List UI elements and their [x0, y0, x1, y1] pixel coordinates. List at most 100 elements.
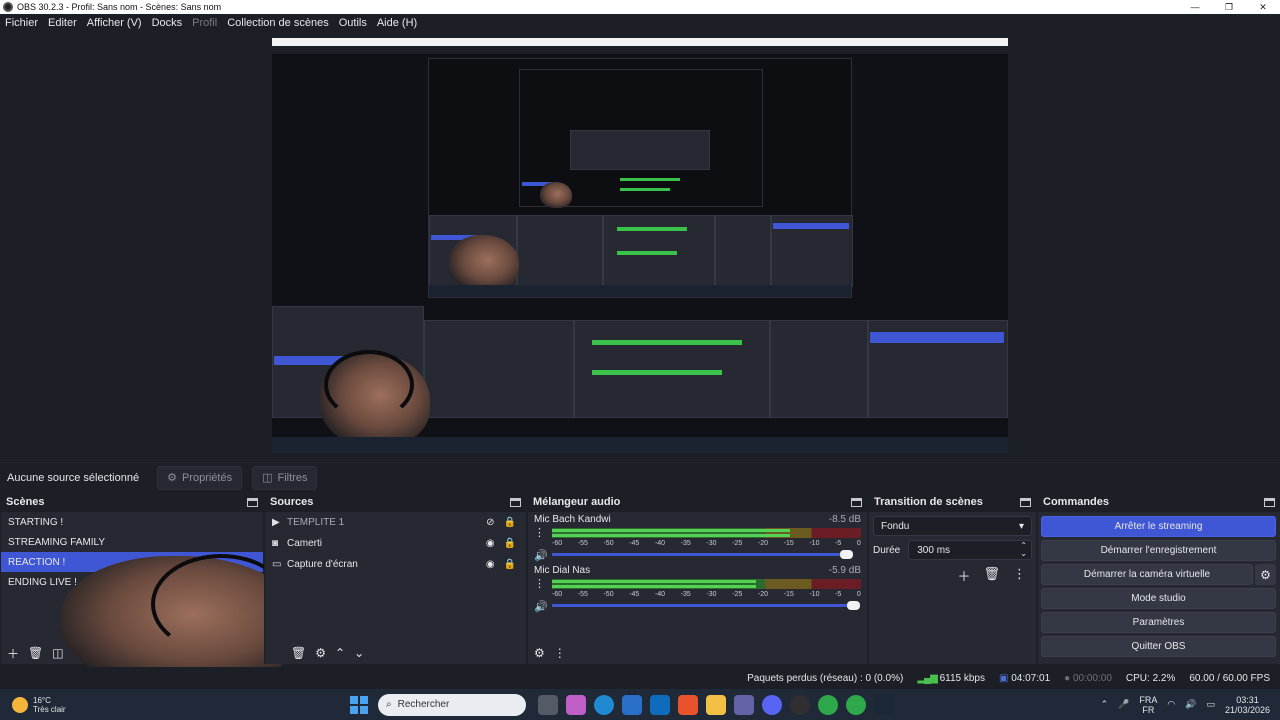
quit-button[interactable]: Quitter OBS: [1041, 636, 1276, 657]
record-icon: ●: [1064, 672, 1071, 684]
undock-icon[interactable]: [1264, 497, 1275, 507]
undock-icon[interactable]: [1020, 497, 1031, 507]
eye-icon[interactable]: ◉: [486, 538, 495, 549]
menu-fichier[interactable]: Fichier: [5, 17, 38, 29]
filter-icon[interactable]: ◫: [52, 646, 63, 660]
lock-icon[interactable]: 🔒: [504, 517, 516, 528]
eye-hidden-icon[interactable]: ⊘: [486, 517, 494, 528]
copilot-icon[interactable]: [566, 694, 586, 715]
wifi-icon[interactable]: ◠: [1167, 699, 1175, 710]
source-item[interactable]: ◙ Camerti ◉ 🔒: [265, 533, 526, 554]
chrome-icon[interactable]: [846, 694, 866, 715]
menu-scene-collection[interactable]: Collection de scènes: [227, 17, 329, 29]
move-down-icon[interactable]: ⌄: [354, 646, 364, 660]
microphone-icon[interactable]: 🎤: [1118, 699, 1129, 710]
preview-canvas: [272, 38, 1008, 453]
minimize-button[interactable]: —: [1178, 0, 1212, 14]
taskbar-search[interactable]: ⌕ Rechercher: [378, 693, 526, 716]
outlook-icon[interactable]: [650, 694, 670, 715]
speaker-icon[interactable]: 🔊: [534, 600, 548, 613]
windows-start-icon[interactable]: [350, 695, 368, 714]
meter-tick-label: -55: [577, 591, 588, 598]
steam-icon[interactable]: [874, 694, 894, 715]
volume-slider[interactable]: [552, 601, 860, 610]
speaker-icon[interactable]: 🔊: [534, 549, 548, 562]
duration-input[interactable]: 300 ms ⌃ ⌄: [908, 540, 1032, 560]
trash-icon[interactable]: 🗑: [28, 646, 43, 660]
teams-icon[interactable]: [734, 694, 754, 715]
spin-arrows-icon[interactable]: ⌃ ⌄: [1020, 542, 1027, 558]
program-preview[interactable]: [0, 32, 1280, 462]
search-icon: ⌕: [386, 699, 392, 710]
properties-button[interactable]: ⚙ Propriétés: [157, 465, 243, 490]
kebab-menu-icon[interactable]: ⋮: [554, 646, 566, 660]
meter-tick-label: -25: [732, 591, 743, 598]
scene-item[interactable]: STARTING !: [1, 512, 263, 532]
clock[interactable]: 03:31 21/03/2026: [1225, 695, 1270, 715]
menu-afficher[interactable]: Afficher (V): [87, 17, 142, 29]
mixer-toolbar: ⚙ ⋮: [528, 642, 867, 664]
slider-knob[interactable]: [846, 601, 860, 610]
gear-icon[interactable]: ⚙: [1255, 564, 1276, 585]
move-up-icon[interactable]: ⌃: [335, 646, 345, 660]
task-view-icon[interactable]: [538, 694, 558, 715]
gear-icon[interactable]: ⚙: [534, 646, 545, 660]
start-virtual-camera-button[interactable]: Démarrer la caméra virtuelle: [1041, 564, 1253, 585]
scene-item[interactable]: STREAMING FAMILY: [1, 532, 263, 552]
edge-icon[interactable]: [594, 694, 614, 715]
channel-db: -5.9 dB: [828, 565, 861, 576]
close-button[interactable]: ✕: [1246, 0, 1280, 14]
nested-preview-inner: [519, 69, 763, 208]
language-indicator[interactable]: FRA FR: [1139, 695, 1157, 715]
source-item[interactable]: ▭ Capture d'écran ◉ 🔒: [265, 554, 526, 575]
studio-mode-button[interactable]: Mode studio: [1041, 588, 1276, 609]
store-icon[interactable]: [622, 694, 642, 715]
weather-widget[interactable]: 16°C Très clair: [0, 696, 330, 714]
lock-icon[interactable]: 🔒: [504, 559, 516, 570]
undock-icon[interactable]: [247, 497, 258, 507]
mixer-title: Mélangeur audio: [533, 496, 621, 508]
source-item[interactable]: ▶ TEMPLITE 1 ⊘ 🔒: [265, 512, 526, 533]
eye-icon[interactable]: ◉: [486, 559, 495, 570]
discord-icon[interactable]: [762, 694, 782, 715]
volume-icon[interactable]: 🔊: [1185, 699, 1196, 710]
lock-icon[interactable]: 🔒: [504, 538, 516, 549]
meter-level: [552, 534, 790, 537]
nested-menubar: [272, 46, 1008, 54]
start-recording-button[interactable]: Démarrer l'enregistrement: [1041, 540, 1276, 561]
menu-editer[interactable]: Editer: [48, 17, 77, 29]
obs-icon[interactable]: [790, 694, 810, 715]
transition-select[interactable]: Fondu ▾: [873, 516, 1032, 536]
kebab-menu-icon[interactable]: ⋮: [534, 579, 545, 590]
slider-knob[interactable]: [839, 550, 853, 559]
mixer-channel: Mic Dial Nas -5.9 dB ⋮ -60 -55 -50 -45 -40 -3…: [528, 565, 867, 616]
meter-tick-label: -35: [680, 591, 691, 598]
undock-icon[interactable]: [851, 497, 862, 507]
clock-time: 03:31: [1236, 694, 1259, 705]
volume-slider[interactable]: [552, 550, 853, 559]
file-explorer-icon[interactable]: [706, 694, 726, 715]
add-icon[interactable]: ＋: [957, 566, 970, 585]
context-bar: Aucune source sélectionné ⚙ Propriétés ◫…: [0, 462, 1280, 492]
trash-icon[interactable]: 🗑: [291, 646, 306, 660]
menu-aide[interactable]: Aide (H): [377, 17, 417, 29]
gear-icon[interactable]: ⚙: [315, 646, 326, 660]
settings-button[interactable]: Paramètres: [1041, 612, 1276, 633]
menu-docks[interactable]: Docks: [152, 17, 183, 29]
trash-icon[interactable]: 🗑: [983, 566, 1000, 585]
filters-button[interactable]: ◫ Filtres: [252, 465, 318, 490]
brave-icon[interactable]: [678, 694, 698, 715]
menu-outils[interactable]: Outils: [339, 17, 367, 29]
add-scene-icon[interactable]: ＋: [7, 645, 19, 662]
maximize-button[interactable]: ❐: [1212, 0, 1246, 14]
meter-tick-label: -20: [757, 591, 768, 598]
chevron-up-icon[interactable]: ⌃: [1101, 699, 1109, 710]
stop-streaming-button[interactable]: Arrêter le streaming: [1041, 516, 1276, 537]
undock-icon[interactable]: [510, 497, 521, 507]
kebab-menu-icon[interactable]: ⋮: [1013, 566, 1026, 585]
menu-profil[interactable]: Profil: [192, 17, 217, 29]
chrome-icon[interactable]: [818, 694, 838, 715]
battery-icon[interactable]: ▭: [1206, 699, 1215, 710]
kebab-menu-icon[interactable]: ⋮: [534, 528, 545, 539]
record-time: 00:00:00: [1072, 672, 1112, 684]
